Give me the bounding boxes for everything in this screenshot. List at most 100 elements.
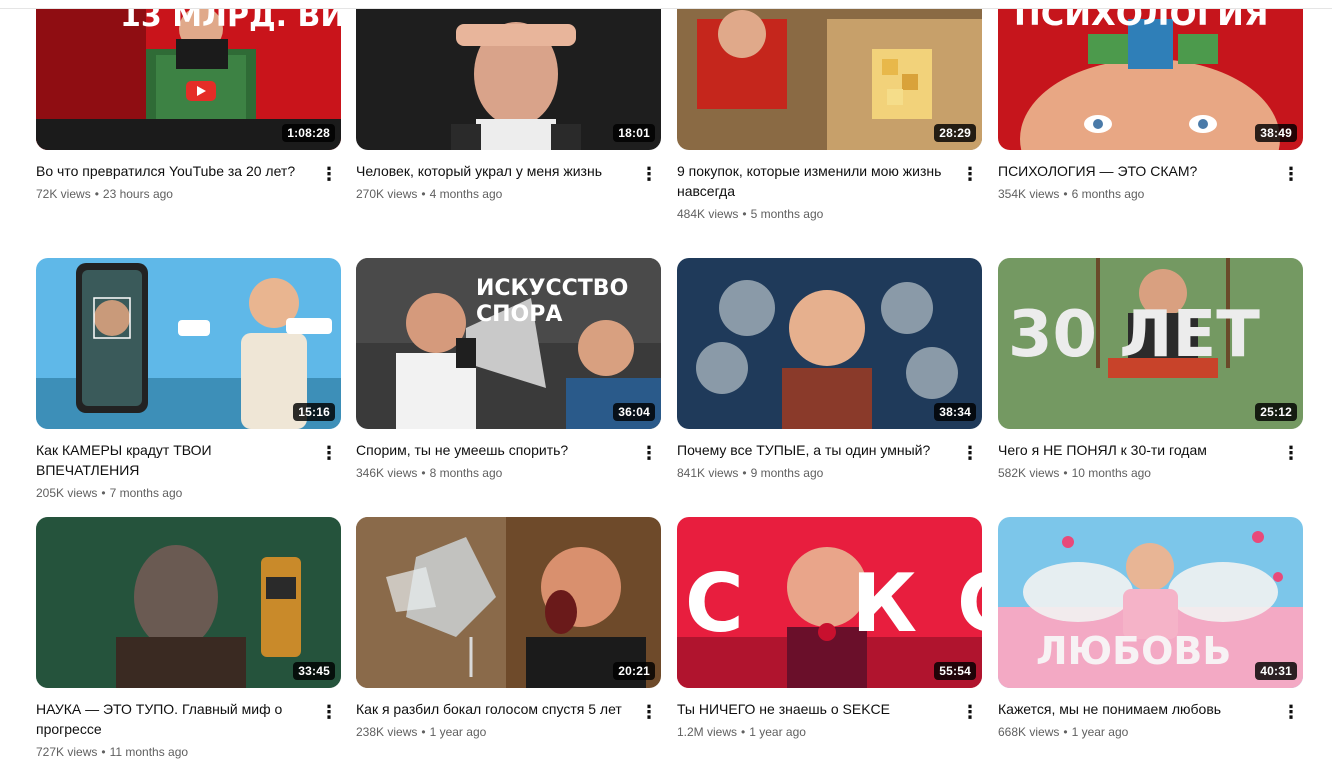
video-title[interactable]: Кажется, мы не понимаем любовь xyxy=(998,699,1273,719)
video-card[interactable]: 13 МЛРД. ВИДЕО 1:08:28 Во что превратилс… xyxy=(36,0,341,203)
video-card[interactable]: С КС 55:54 Ты НИЧЕГО не знаешь о SEKCE 1… xyxy=(677,517,982,741)
action-menu-button[interactable]: ⋮ xyxy=(317,162,341,186)
upload-age: 1 year ago xyxy=(429,725,487,739)
video-duration: 40:31 xyxy=(1255,662,1297,680)
view-count: 582K views xyxy=(998,466,1060,480)
video-stats: 205K views • 7 months ago xyxy=(36,484,311,502)
video-title[interactable]: Ты НИЧЕГО не знаешь о SEKCE xyxy=(677,699,952,719)
video-title[interactable]: Как я разбил бокал голосом спустя 5 лет xyxy=(356,699,631,719)
more-vert-icon: ⋮ xyxy=(640,702,658,722)
view-count: 668K views xyxy=(998,725,1060,739)
video-thumbnail[interactable]: С КС 55:54 xyxy=(677,517,982,688)
action-menu-button[interactable]: ⋮ xyxy=(637,162,661,186)
stats-separator: • xyxy=(421,466,426,480)
video-thumbnail[interactable]: ИСКУССТВО СПОРА 36:04 xyxy=(356,258,661,429)
video-thumbnail[interactable]: 38:34 xyxy=(677,258,982,429)
more-vert-icon: ⋮ xyxy=(320,164,338,184)
video-thumbnail[interactable]: 20:21 xyxy=(356,517,661,688)
video-card[interactable]: 15:16 Как КАМЕРЫ крадут ТВОИ ВПЕЧАТЛЕНИЯ… xyxy=(36,258,341,502)
video-thumbnail[interactable]: 15:16 xyxy=(36,258,341,429)
more-vert-icon: ⋮ xyxy=(320,443,338,463)
stats-separator: • xyxy=(742,466,747,480)
video-stats: 354K views • 6 months ago xyxy=(998,185,1273,203)
video-duration: 36:04 xyxy=(613,403,655,421)
video-title[interactable]: Почему все ТУПЫЕ, а ты один умный? xyxy=(677,440,952,460)
video-thumbnail[interactable]: ПСИХОЛОГИЯ 38:49 xyxy=(998,0,1303,150)
video-title[interactable]: Как КАМЕРЫ крадут ТВОИ ВПЕЧАТЛЕНИЯ xyxy=(36,440,311,480)
more-vert-icon: ⋮ xyxy=(961,443,979,463)
view-count: 354K views xyxy=(998,187,1060,201)
video-duration: 33:45 xyxy=(293,662,335,680)
video-thumbnail[interactable]: 30 ЛЕТ 25:12 xyxy=(998,258,1303,429)
video-title[interactable]: Спорим, ты не умеешь спорить? xyxy=(356,440,631,460)
video-card[interactable]: ПСИХОЛОГИЯ 38:49 ПСИХОЛОГИЯ — ЭТО СКАМ? … xyxy=(998,0,1303,203)
view-count: 727K views xyxy=(36,745,98,759)
upload-age: 8 months ago xyxy=(429,466,503,480)
video-title[interactable]: НАУКА — ЭТО ТУПО. Главный миф о прогресс… xyxy=(36,699,311,739)
thumbnail-text: С КС xyxy=(685,557,982,650)
upload-age: 11 months ago xyxy=(109,745,189,759)
video-thumbnail[interactable]: 13 МЛРД. ВИДЕО 1:08:28 xyxy=(36,0,341,150)
top-divider xyxy=(0,0,1332,9)
video-duration: 18:01 xyxy=(613,124,655,142)
video-card[interactable]: ИСКУССТВО СПОРА 36:04 Спорим, ты не умее… xyxy=(356,258,661,482)
action-menu-button[interactable]: ⋮ xyxy=(637,441,661,465)
more-vert-icon: ⋮ xyxy=(1282,443,1300,463)
video-title[interactable]: Человек, который украл у меня жизнь xyxy=(356,161,631,181)
view-count: 484K views xyxy=(677,207,739,221)
video-title[interactable]: Чего я НЕ ПОНЯЛ к 30-ти годам xyxy=(998,440,1273,460)
action-menu-button[interactable]: ⋮ xyxy=(958,700,982,724)
more-vert-icon: ⋮ xyxy=(1282,702,1300,722)
thumbnail-text: 30 ЛЕТ xyxy=(1008,298,1260,372)
video-card[interactable]: 38:34 Почему все ТУПЫЕ, а ты один умный?… xyxy=(677,258,982,482)
stats-separator: • xyxy=(421,187,426,201)
upload-age: 4 months ago xyxy=(429,187,503,201)
upload-age: 9 months ago xyxy=(750,466,824,480)
more-vert-icon: ⋮ xyxy=(640,164,658,184)
video-title[interactable]: Во что превратился YouTube за 20 лет? xyxy=(36,161,311,181)
view-count: 72K views xyxy=(36,187,91,201)
action-menu-button[interactable]: ⋮ xyxy=(1279,441,1303,465)
upload-age: 1 year ago xyxy=(749,725,806,739)
stats-separator: • xyxy=(742,207,747,221)
action-menu-button[interactable]: ⋮ xyxy=(637,700,661,724)
video-grid: 13 МЛРД. ВИДЕО 1:08:28 Во что превратилс… xyxy=(0,0,1332,775)
view-count: 238K views xyxy=(356,725,418,739)
video-stats: 1.2M views • 1 year ago xyxy=(677,723,952,741)
video-thumbnail[interactable]: 33:45 xyxy=(36,517,341,688)
video-thumbnail[interactable]: 28:29 xyxy=(677,0,982,150)
action-menu-button[interactable]: ⋮ xyxy=(317,441,341,465)
video-thumbnail[interactable]: ЛЮБОВЬ 40:31 xyxy=(998,517,1303,688)
view-count: 270K views xyxy=(356,187,418,201)
video-card[interactable]: 33:45 НАУКА — ЭТО ТУПО. Главный миф о пр… xyxy=(36,517,341,761)
video-title[interactable]: ПСИХОЛОГИЯ — ЭТО СКАМ? xyxy=(998,161,1273,181)
thumbnail-text: ИСКУССТВО СПОРА xyxy=(476,276,629,327)
video-stats: 582K views • 10 months ago xyxy=(998,464,1273,482)
video-title[interactable]: 9 покупок, которые изменили мою жизнь на… xyxy=(677,161,952,201)
video-card[interactable]: 20:21 Как я разбил бокал голосом спустя … xyxy=(356,517,661,741)
video-duration: 20:21 xyxy=(613,662,655,680)
stats-separator: • xyxy=(101,486,106,500)
more-vert-icon: ⋮ xyxy=(640,443,658,463)
video-card[interactable]: 18:01 Человек, который украл у меня жизн… xyxy=(356,0,661,203)
video-duration: 15:16 xyxy=(293,403,335,421)
upload-age: 10 months ago xyxy=(1071,466,1151,480)
video-stats: 270K views • 4 months ago xyxy=(356,185,631,203)
video-duration: 38:34 xyxy=(934,403,976,421)
upload-age: 5 months ago xyxy=(750,207,824,221)
action-menu-button[interactable]: ⋮ xyxy=(958,441,982,465)
more-vert-icon: ⋮ xyxy=(320,702,338,722)
stats-separator: • xyxy=(1063,466,1068,480)
video-duration: 25:12 xyxy=(1255,403,1297,421)
action-menu-button[interactable]: ⋮ xyxy=(958,162,982,186)
upload-age: 6 months ago xyxy=(1071,187,1145,201)
action-menu-button[interactable]: ⋮ xyxy=(1279,162,1303,186)
video-card[interactable]: 28:29 9 покупок, которые изменили мою жи… xyxy=(677,0,982,223)
video-stats: 841K views • 9 months ago xyxy=(677,464,952,482)
video-card[interactable]: ЛЮБОВЬ 40:31 Кажется, мы не понимаем люб… xyxy=(998,517,1303,741)
action-menu-button[interactable]: ⋮ xyxy=(317,700,341,724)
video-card[interactable]: 30 ЛЕТ 25:12 Чего я НЕ ПОНЯЛ к 30-ти год… xyxy=(998,258,1303,482)
action-menu-button[interactable]: ⋮ xyxy=(1279,700,1303,724)
more-vert-icon: ⋮ xyxy=(961,164,979,184)
video-thumbnail[interactable]: 18:01 xyxy=(356,0,661,150)
